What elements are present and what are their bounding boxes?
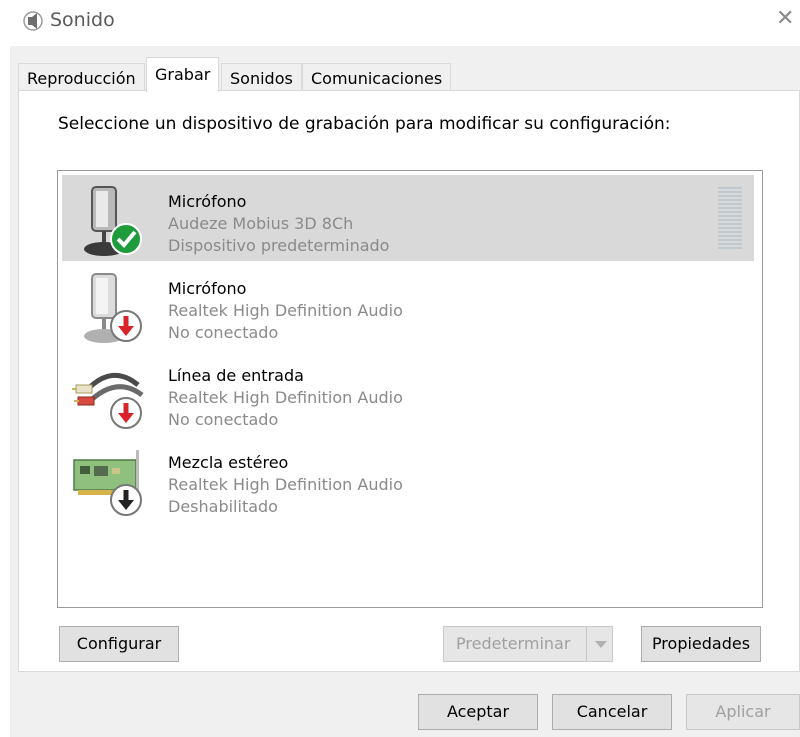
speaker-icon	[23, 11, 43, 31]
list-item-mezcla-estereo[interactable]: Mezcla estéreo Realtek High Definition A…	[62, 436, 754, 522]
cancel-button[interactable]: Cancelar	[552, 694, 672, 730]
line-in-cable-icon	[72, 372, 144, 429]
instruction-text: Seleccione un dispositivo de grabación p…	[58, 114, 671, 134]
sound-card-icon	[73, 450, 142, 516]
disconnected-arrow-icon	[110, 397, 142, 429]
device-driver: Audeze Mobius 3D 8Ch	[168, 214, 354, 233]
disconnected-arrow-icon	[110, 310, 142, 342]
list-item-microfono-realtek[interactable]: Micrófono Realtek High Definition Audio …	[62, 262, 754, 348]
device-name: Línea de entrada	[168, 366, 304, 385]
microphone-icon	[84, 273, 142, 343]
device-text: Micrófono Audeze Mobius 3D 8Ch Dispositi…	[168, 191, 389, 257]
default-check-icon	[110, 223, 142, 255]
device-driver: Realtek High Definition Audio	[168, 301, 403, 320]
level-meter	[718, 187, 742, 251]
ok-button[interactable]: Aceptar	[418, 694, 538, 730]
device-list[interactable]: Micrófono Audeze Mobius 3D 8Ch Dispositi…	[57, 170, 763, 608]
tab-comunicaciones[interactable]: Comunicaciones	[302, 63, 452, 91]
apply-button[interactable]: Aplicar	[686, 694, 800, 730]
set-default-label: Predeterminar	[456, 634, 571, 653]
device-name: Mezcla estéreo	[168, 453, 289, 472]
window-title: Sonido	[50, 9, 115, 31]
microphone-icon	[84, 186, 142, 256]
set-default-button[interactable]: Predeterminar	[443, 626, 613, 662]
device-status: Deshabilitado	[168, 497, 278, 516]
device-name: Micrófono	[168, 192, 247, 211]
device-text: Micrófono Realtek High Definition Audio …	[168, 278, 403, 344]
title-bar: Sonido ✕	[0, 0, 800, 46]
device-status: No conectado	[168, 410, 279, 429]
properties-button[interactable]: Propiedades	[641, 626, 761, 662]
device-driver: Realtek High Definition Audio	[168, 475, 403, 494]
list-item-microfono-audeze[interactable]: Micrófono Audeze Mobius 3D 8Ch Dispositi…	[62, 175, 754, 261]
device-driver: Realtek High Definition Audio	[168, 388, 403, 407]
tab-sonidos[interactable]: Sonidos	[221, 63, 302, 91]
chevron-down-icon[interactable]	[586, 627, 612, 661]
list-item-linea-entrada[interactable]: Línea de entrada Realtek High Definition…	[62, 349, 754, 435]
device-name: Micrófono	[168, 279, 247, 298]
close-icon[interactable]: ✕	[776, 8, 794, 30]
device-text: Línea de entrada Realtek High Definition…	[168, 365, 403, 431]
tab-grabar[interactable]: Grabar	[146, 57, 220, 92]
disabled-arrow-icon	[110, 484, 142, 516]
device-status: No conectado	[168, 323, 279, 342]
device-status: Dispositivo predeterminado	[168, 236, 390, 255]
configure-button[interactable]: Configurar	[59, 626, 179, 662]
device-text: Mezcla estéreo Realtek High Definition A…	[168, 452, 403, 518]
tab-reproduccion[interactable]: Reproducción	[18, 63, 145, 91]
